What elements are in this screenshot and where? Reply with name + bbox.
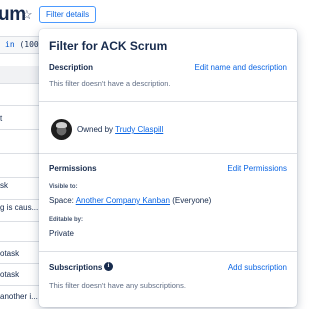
owner-line: Owned by Trudy Claspill	[77, 125, 163, 134]
add-subscription-link[interactable]: Add subscription	[228, 263, 287, 272]
subscriptions-text: This filter doesn't have any subscriptio…	[49, 281, 186, 290]
visible-to-value: Space: Another Company Kanban (Everyone)	[49, 196, 211, 205]
filter-details-button[interactable]: Filter details	[39, 6, 96, 23]
owner-prefix: Owned by	[77, 125, 114, 134]
divider	[39, 101, 297, 102]
info-icon[interactable]: i	[104, 262, 113, 271]
editable-by-label: Editable by:	[49, 217, 84, 223]
description-text: This filter doesn't have a description.	[49, 79, 171, 88]
jql-query-text[interactable]: in (1004	[5, 40, 44, 49]
space-link[interactable]: Another Company Kanban	[76, 196, 170, 205]
owner-link[interactable]: Trudy Claspill	[115, 125, 163, 134]
star-icon[interactable]: ☆	[21, 8, 33, 21]
filter-details-popup: Filter for ACK Scrum Description Edit na…	[39, 29, 297, 307]
avatar	[51, 119, 72, 140]
edit-name-description-link[interactable]: Edit name and description	[195, 63, 288, 72]
visible-to-label: Visible to:	[49, 184, 78, 190]
subscriptions-label: Subscriptions	[49, 263, 103, 272]
divider	[39, 153, 297, 154]
editable-by-value: Private	[49, 229, 74, 238]
table-cell-summary[interactable]: t	[0, 114, 2, 123]
jql-keyword: in	[5, 40, 15, 49]
divider	[39, 251, 297, 252]
description-label: Description	[49, 63, 94, 72]
table-cell-summary[interactable]: another i...	[0, 292, 38, 301]
edit-permissions-link[interactable]: Edit Permissions	[227, 164, 287, 173]
visible-suffix: (Everyone)	[172, 196, 212, 205]
popup-title: Filter for ACK Scrum	[49, 39, 168, 53]
visible-prefix: Space:	[49, 196, 74, 205]
permissions-label: Permissions	[49, 164, 97, 173]
